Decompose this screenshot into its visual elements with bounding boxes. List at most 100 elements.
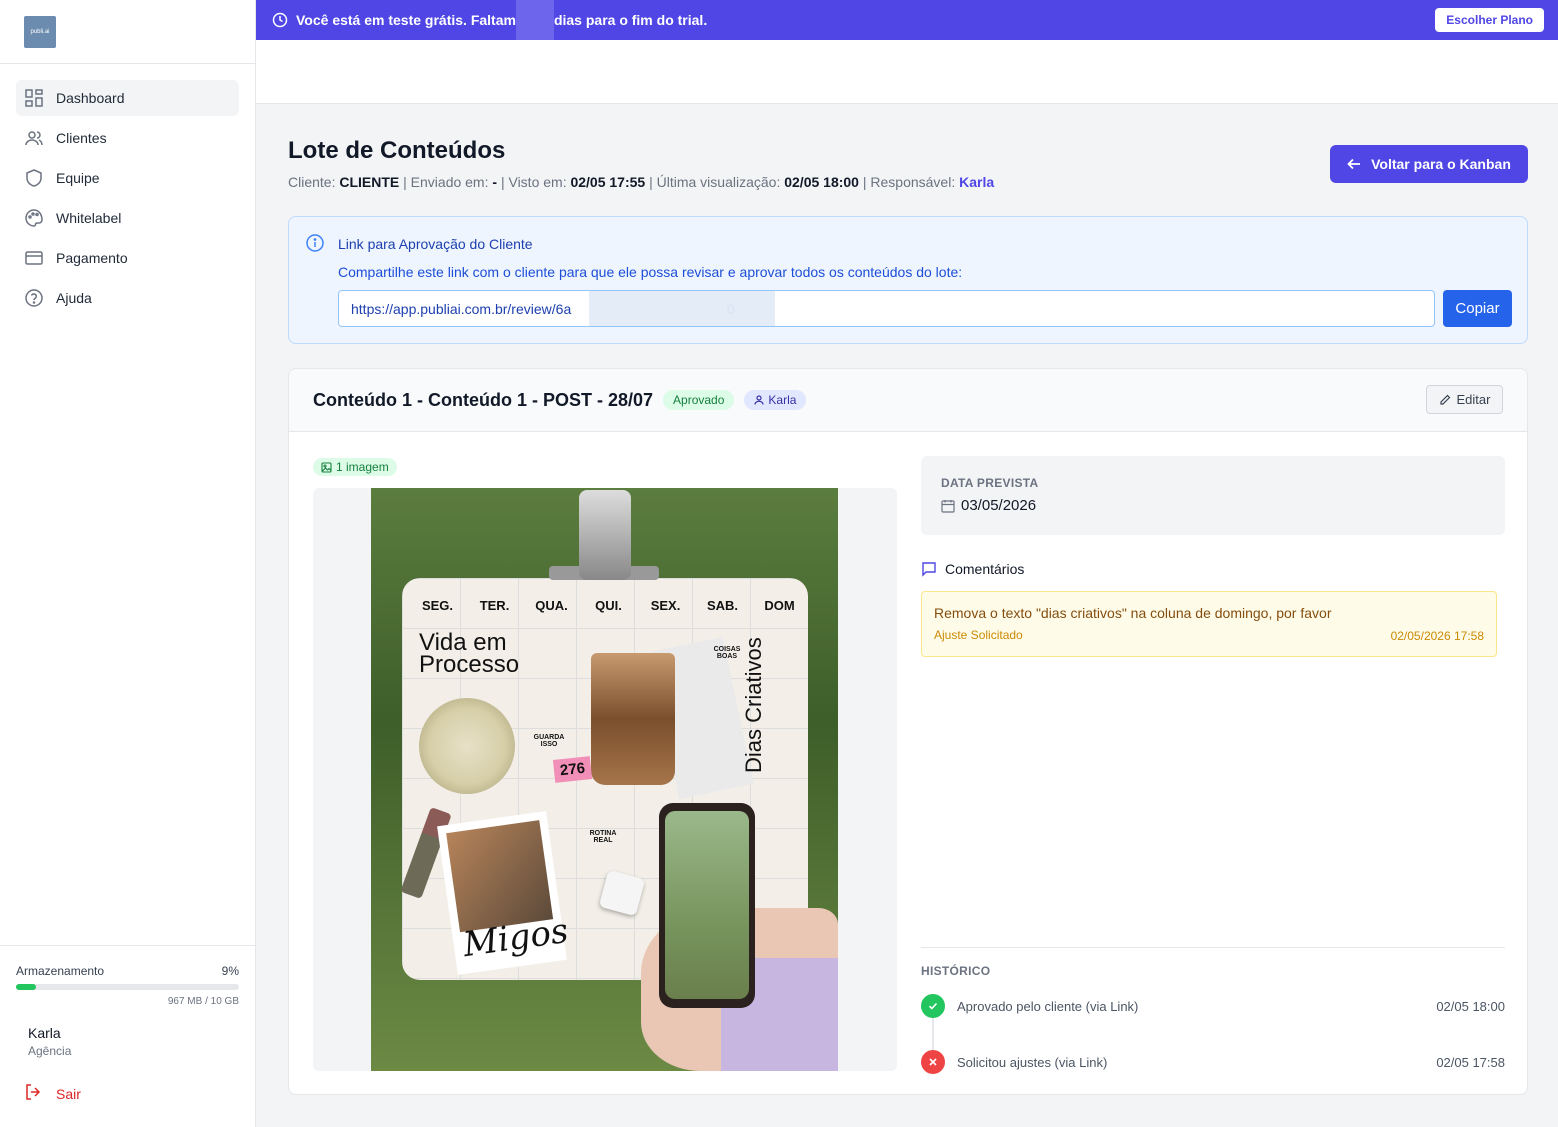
binder-clip-graphic [579, 490, 631, 580]
meta-seen-label: | Visto em: [500, 174, 567, 190]
sidebar-item-ajuda[interactable]: Ajuda [16, 280, 239, 316]
sidebar-item-label: Whitelabel [56, 210, 122, 226]
meta-seen: 02/05 17:55 [570, 174, 646, 190]
sidebar-item-equipe[interactable]: Equipe [16, 160, 239, 196]
grid-icon [24, 88, 44, 108]
back-to-kanban-button[interactable]: Voltar para o Kanban [1330, 145, 1528, 183]
assignee-badge: Karla [744, 390, 807, 410]
sidebar-item-pagamento[interactable]: Pagamento [16, 240, 239, 276]
logo-area: publi.ai [0, 0, 255, 64]
shield-icon [24, 168, 44, 188]
due-date-value: 03/05/2026 [961, 497, 1037, 514]
history-date: 02/05 17:58 [1436, 1054, 1505, 1070]
storage-label: Armazenamento [16, 964, 105, 978]
choose-plan-button[interactable]: Escolher Plano [1435, 8, 1544, 32]
sidebar-nav: Dashboard Clientes Equipe Whitelabel Pag… [0, 64, 255, 336]
price-tag-sticker: 276 [552, 756, 593, 783]
meta-client: CLIENTE [339, 174, 400, 190]
due-date-value-row: 03/05/2026 [941, 497, 1485, 514]
page-title: Lote de Conteúdos [288, 137, 506, 164]
due-date-label: DATA PREVISTA [941, 476, 1039, 490]
storage-panel: Armazenamento 9% 967 MB / 10 GB [0, 945, 255, 1007]
sidebar-item-label: Clientes [56, 130, 107, 146]
message-icon [921, 561, 937, 577]
comment-text: Remova o texto "dias criativos" na colun… [934, 605, 1332, 621]
check-icon [921, 994, 945, 1018]
weekday-label: DOM [764, 598, 795, 613]
top-bar [256, 40, 1558, 104]
sticker-text: ROTINA REAL [589, 830, 617, 844]
comment-date: 02/05/2026 17:58 [1390, 629, 1484, 643]
logout-icon [24, 1083, 44, 1104]
bowl-graphic [419, 698, 515, 794]
x-icon [921, 1050, 945, 1074]
due-date-box: DATA PREVISTA 03/05/2026 [921, 456, 1505, 535]
meta-sent: - [492, 174, 498, 190]
logo[interactable]: publi.ai [24, 16, 56, 48]
comments-header: Comentários [921, 561, 1505, 577]
approval-link-title: Link para Aprovação do Cliente [338, 236, 533, 252]
sidebar-item-label: Equipe [56, 170, 100, 186]
approval-link-field[interactable]: https://app.publiai.com.br/review/6a 0 [338, 290, 1435, 327]
weekday-label: QUA. [535, 598, 568, 613]
weekday-label: SEX. [650, 598, 681, 613]
clock-icon [272, 12, 288, 28]
weekday-label: TER. [479, 598, 510, 613]
history-text: Solicitou ajustes (via Link) [957, 1054, 1108, 1070]
history-item: Solicitou ajustes (via Link) 02/05 17:58 [921, 1034, 1505, 1090]
content-title: Conteúdo 1 - Conteúdo 1 - POST - 28/07 [313, 389, 654, 410]
redacted-days-count [515, 0, 554, 40]
image-count-label: 1 imagem [336, 460, 389, 474]
weekday-label: QUI. [595, 598, 622, 613]
approval-link-description: Compartilhe este link com o cliente para… [338, 264, 963, 280]
meta-owner-label: | Responsável: [862, 174, 956, 190]
content-card-header: Conteúdo 1 - Conteúdo 1 - POST - 28/07 A… [289, 369, 1527, 432]
sidebar-item-label: Ajuda [56, 290, 92, 306]
meta-owner: Karla [959, 174, 995, 190]
trial-text-end: dias para o fim do trial. [553, 12, 708, 28]
help-circle-icon [24, 288, 44, 308]
history-item: Aprovado pelo cliente (via Link) 02/05 1… [921, 978, 1505, 1050]
meta-sent-label: | Enviado em: [403, 174, 489, 190]
weekday-label: SAB. [706, 598, 739, 613]
storage-bar [16, 984, 239, 990]
sidebar-item-whitelabel[interactable]: Whitelabel [16, 200, 239, 236]
redacted-url-part [589, 291, 775, 326]
pencil-icon [1439, 394, 1451, 406]
credit-card-icon [24, 248, 44, 268]
history-date: 02/05 18:00 [1436, 998, 1505, 1014]
status-badge: Aprovado [663, 390, 735, 410]
meta-last-view: 02/05 18:00 [784, 174, 859, 190]
content-card: Conteúdo 1 - Conteúdo 1 - POST - 28/07 A… [288, 368, 1528, 1095]
post-image-frame[interactable]: SEG. TER. QUA. QUI. SEX. SAB. DOM Vida e… [313, 488, 897, 1071]
post-headline: Vida em Processo [419, 629, 520, 678]
sticker-text: COISAS BOAS [713, 646, 741, 660]
iced-coffee-graphic [591, 653, 675, 785]
history-section: HISTÓRICO Aprovado pelo cliente (via Lin… [921, 947, 1505, 1090]
weekday-row: SEG. TER. QUA. QUI. SEX. SAB. DOM [409, 598, 808, 613]
edit-button[interactable]: Editar [1426, 385, 1503, 414]
sidebar: publi.ai Dashboard Clientes Equipe White… [0, 0, 256, 1127]
storage-bar-fill [16, 984, 37, 990]
batch-meta: Cliente: CLIENTE | Enviado em: - | Visto… [288, 174, 994, 190]
phone-graphic [659, 803, 755, 1008]
sidebar-item-clientes[interactable]: Clientes [16, 120, 239, 156]
logout-label: Sair [56, 1085, 81, 1102]
comments-title: Comentários [945, 561, 1025, 577]
users-icon [24, 128, 44, 148]
back-button-label: Voltar para o Kanban [1371, 156, 1511, 172]
user-profile[interactable]: Karla Agência [28, 1025, 71, 1058]
copy-link-button[interactable]: Copiar [1443, 290, 1512, 327]
logout-button[interactable]: Sair [24, 1083, 81, 1104]
storage-percent: 9% [221, 964, 239, 978]
history-label: HISTÓRICO [921, 964, 991, 978]
sidebar-item-dashboard[interactable]: Dashboard [16, 80, 239, 116]
assignee-name: Karla [768, 393, 797, 407]
post-image: SEG. TER. QUA. QUI. SEX. SAB. DOM Vida e… [371, 488, 838, 1071]
user-role: Agência [28, 1044, 72, 1058]
image-icon [321, 461, 332, 473]
history-text: Aprovado pelo cliente (via Link) [957, 998, 1139, 1014]
approval-link-panel: Link para Aprovação do Cliente Compartil… [288, 216, 1528, 344]
image-count-badge: 1 imagem [313, 458, 397, 476]
palette-icon [24, 208, 44, 228]
